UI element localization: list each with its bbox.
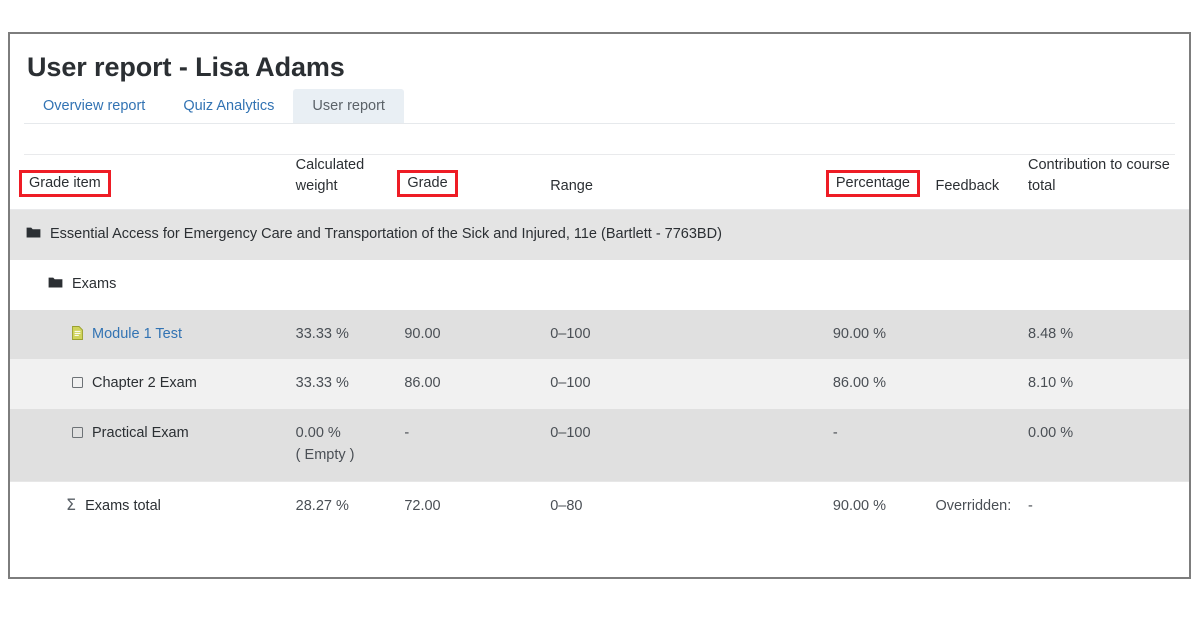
grade-cell: - bbox=[404, 409, 550, 481]
grade-report-table: Grade item Calculated weight Grade Range… bbox=[10, 155, 1189, 531]
calculated-weight-cell: 0.00 % ( Empty ) bbox=[292, 409, 405, 481]
calculated-weight-cell: 28.27 % bbox=[292, 481, 405, 531]
tab-quiz-analytics[interactable]: Quiz Analytics bbox=[164, 89, 293, 124]
column-header-grade-item[interactable]: Grade item bbox=[10, 155, 292, 210]
table-body: Essential Access for Emergency Care and … bbox=[10, 210, 1189, 532]
range-cell: 0–100 bbox=[550, 310, 827, 360]
category-name-cell: Exams bbox=[10, 260, 1189, 310]
calculated-weight-cell: 33.33 % bbox=[292, 310, 405, 360]
grade-item-cell: Practical Exam bbox=[10, 409, 292, 481]
tab-user-report[interactable]: User report bbox=[293, 89, 404, 124]
grade-item-cell: Chapter 2 Exam bbox=[10, 359, 292, 409]
table-row[interactable]: Module 1 Test 33.33 % 90.00 0–100 90.00 … bbox=[10, 310, 1189, 360]
table-row-category[interactable]: Exams bbox=[10, 260, 1189, 310]
column-header-percentage[interactable]: Percentage bbox=[827, 155, 936, 210]
column-header-feedback[interactable]: Feedback bbox=[935, 155, 1028, 210]
grade-item-name: Chapter 2 Exam bbox=[92, 373, 197, 395]
course-title: Essential Access for Emergency Care and … bbox=[50, 224, 722, 246]
calculated-weight-value: 0.00 % bbox=[296, 423, 405, 445]
calculated-weight-cell: 33.33 % bbox=[292, 359, 405, 409]
range-cell: 0–80 bbox=[550, 481, 827, 531]
highlight-box-grade: Grade bbox=[397, 170, 457, 198]
feedback-cell bbox=[935, 310, 1028, 360]
contribution-cell: 8.48 % bbox=[1028, 310, 1189, 360]
table-row[interactable]: Chapter 2 Exam 33.33 % 86.00 0–100 86.00… bbox=[10, 359, 1189, 409]
column-header-grade[interactable]: Grade bbox=[404, 155, 550, 210]
feedback-cell bbox=[935, 359, 1028, 409]
total-row-name: Exams total bbox=[85, 496, 161, 518]
table-header: Grade item Calculated weight Grade Range… bbox=[10, 155, 1189, 210]
highlight-box-grade-item: Grade item bbox=[19, 170, 111, 198]
table-row-course[interactable]: Essential Access for Emergency Care and … bbox=[10, 210, 1189, 260]
percentage-cell: 90.00 % bbox=[827, 310, 936, 360]
table-row-total[interactable]: Σ Exams total 28.27 % 72.00 0–80 90.00 %… bbox=[10, 481, 1189, 531]
contribution-cell: - bbox=[1028, 481, 1189, 531]
page-title: User report - Lisa Adams bbox=[10, 34, 1189, 83]
feedback-cell: Overridden: bbox=[935, 481, 1028, 531]
column-header-contribution[interactable]: Contribution to course total bbox=[1028, 155, 1189, 210]
checkbox-icon bbox=[72, 427, 83, 438]
feedback-cell bbox=[935, 409, 1028, 481]
report-window: User report - Lisa Adams Overview report… bbox=[8, 32, 1191, 579]
grade-item-link-module-1-test[interactable]: Module 1 Test bbox=[92, 324, 182, 346]
checkbox-icon bbox=[72, 377, 83, 388]
report-tabs: Overview report Quiz Analytics User repo… bbox=[10, 83, 1189, 123]
range-cell: 0–100 bbox=[550, 359, 827, 409]
range-cell: 0–100 bbox=[550, 409, 827, 481]
column-header-calculated-weight[interactable]: Calculated weight bbox=[292, 155, 405, 210]
table-row[interactable]: Practical Exam 0.00 % ( Empty ) - 0–100 … bbox=[10, 409, 1189, 481]
grade-cell: 90.00 bbox=[404, 310, 550, 360]
percentage-cell: 90.00 % bbox=[827, 481, 936, 531]
folder-icon bbox=[48, 276, 63, 289]
tabs-underline bbox=[24, 123, 1175, 124]
grade-item-cell: Σ Exams total bbox=[10, 481, 292, 531]
tab-overview-report[interactable]: Overview report bbox=[24, 89, 164, 124]
folder-icon bbox=[26, 226, 41, 239]
document-icon bbox=[72, 326, 83, 340]
contribution-cell: 8.10 % bbox=[1028, 359, 1189, 409]
category-name: Exams bbox=[72, 274, 116, 296]
grade-cell: 72.00 bbox=[404, 481, 550, 531]
percentage-cell: - bbox=[827, 409, 936, 481]
percentage-cell: 86.00 % bbox=[827, 359, 936, 409]
contribution-cell: 0.00 % bbox=[1028, 409, 1189, 481]
grade-item-cell: Module 1 Test bbox=[10, 310, 292, 360]
sigma-icon: Σ bbox=[66, 497, 76, 513]
course-name-cell: Essential Access for Emergency Care and … bbox=[10, 210, 1189, 260]
column-header-range[interactable]: Range bbox=[550, 155, 827, 210]
grade-cell: 86.00 bbox=[404, 359, 550, 409]
highlight-box-percentage: Percentage bbox=[826, 170, 920, 198]
grade-item-name: Practical Exam bbox=[92, 423, 189, 445]
calculated-weight-note: ( Empty ) bbox=[296, 445, 405, 467]
